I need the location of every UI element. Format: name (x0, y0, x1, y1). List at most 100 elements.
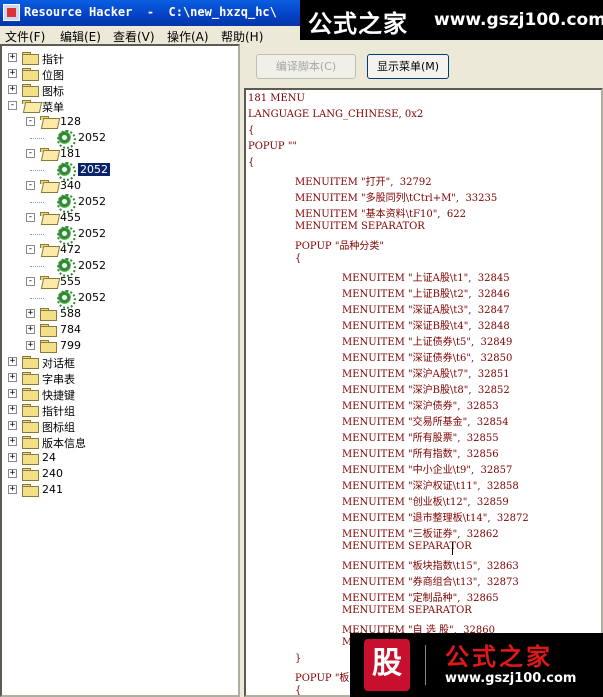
code-line[interactable]: MENUITEM "板块指数\t15", 32863 (342, 557, 519, 573)
tree-node[interactable]: + 快捷键 (2, 386, 238, 402)
show-menu-button[interactable]: 显示菜单(M) (367, 54, 449, 79)
folder-icon (22, 52, 39, 65)
menu-file[interactable]: 文件(F) (5, 28, 45, 45)
tree-node[interactable]: + 指针 (2, 50, 238, 66)
tree-node[interactable]: 2052 (2, 226, 238, 245)
tree-node[interactable]: +241 (2, 482, 238, 498)
code-line[interactable]: LANGUAGE LANG_CHINESE, 0x2 (248, 109, 423, 125)
code-line[interactable]: MENUITEM "所有股票", 32855 (342, 429, 499, 445)
expand-icon[interactable]: + (8, 453, 17, 462)
tree-node[interactable]: - 菜单 (2, 98, 238, 114)
compile-script-button[interactable]: 编译脚本(C) (256, 54, 356, 79)
menu-action[interactable]: 操作(A) (167, 28, 209, 45)
expand-icon[interactable]: + (8, 405, 17, 414)
code-line[interactable]: MENUITEM "深沪债券", 32853 (342, 397, 499, 413)
tree-node[interactable]: 2052 (2, 162, 238, 181)
code-line[interactable]: { (248, 125, 254, 141)
menu-edit[interactable]: 编辑(E) (60, 28, 101, 45)
tree-node[interactable]: +799 (2, 338, 238, 354)
tree-node[interactable]: + 图标组 (2, 418, 238, 434)
code-line[interactable]: MENUITEM "深证B股\t4", 32848 (342, 317, 510, 333)
menu-help[interactable]: 帮助(H) (221, 28, 263, 45)
folder-icon (22, 436, 39, 449)
code-line[interactable]: MENUITEM "上证债券\t5", 32849 (342, 333, 512, 349)
tree-node[interactable]: - 128 (2, 114, 238, 130)
expand-icon[interactable]: + (26, 309, 35, 318)
folder-open-icon (40, 116, 56, 128)
tree-node[interactable]: 2052 (2, 194, 238, 213)
code-line[interactable]: MENUITEM "上证A股\t1", 32845 (342, 269, 510, 285)
code-line[interactable]: MENUITEM "深证A股\t3", 32847 (342, 301, 510, 317)
tree-node[interactable]: 2052 (2, 258, 238, 277)
tree-node[interactable]: - 555 (2, 274, 238, 290)
code-line[interactable]: MENUITEM "定制品种", 32865 (342, 589, 499, 605)
expand-icon[interactable]: + (26, 341, 35, 350)
script-editor[interactable]: 181 MENU LANGUAGE LANG_CHINESE, 0x2{POPUP… (244, 88, 603, 697)
tree-node[interactable]: - 181 (2, 146, 238, 162)
tree-node[interactable]: + 指针组 (2, 402, 238, 418)
code-line[interactable]: MENUITEM "三板证券", 32862 (342, 525, 499, 541)
collapse-icon[interactable]: - (8, 101, 17, 110)
expand-icon[interactable]: + (26, 325, 35, 334)
code-line[interactable]: MENUITEM "深证债券\t6", 32850 (342, 349, 512, 365)
menu-view[interactable]: 查看(V) (113, 28, 155, 45)
code-line[interactable]: { (295, 253, 301, 269)
code-line[interactable]: MENUITEM "创业板\t12", 32859 (342, 493, 509, 509)
collapse-icon[interactable]: - (26, 117, 35, 126)
tree-node[interactable]: + 字串表 (2, 370, 238, 386)
tree-node[interactable]: 2052 (2, 290, 238, 309)
code-line[interactable]: MENUITEM SEPARATOR (342, 605, 472, 621)
tree-node[interactable]: - 340 (2, 178, 238, 194)
tree-node[interactable]: - 472 (2, 242, 238, 258)
collapse-icon[interactable]: - (26, 181, 35, 190)
tree-node[interactable]: - 455 (2, 210, 238, 226)
code-line[interactable]: MENUITEM "所有指数", 32856 (342, 445, 499, 461)
code-line[interactable]: MENUITEM SEPARATOR (295, 221, 425, 237)
code-line[interactable]: MENUITEM "基本资料\tF10", 622 (295, 205, 466, 221)
tree-node[interactable]: +240 (2, 466, 238, 482)
tree-connector (30, 298, 44, 299)
tree-node[interactable]: + 图标 (2, 82, 238, 98)
code-line[interactable]: MENUITEM "交易所基金", 32854 (342, 413, 509, 429)
expand-icon[interactable]: + (8, 389, 17, 398)
tree-node[interactable]: + 对话框 (2, 354, 238, 370)
collapse-icon[interactable]: - (26, 213, 35, 222)
code-line[interactable]: MENUITEM "深沪B股\t8", 32852 (342, 381, 510, 397)
code-line[interactable]: POPUP "" (248, 141, 297, 157)
code-line[interactable]: MENUITEM "券商组合\t13", 32873 (342, 573, 519, 589)
expand-icon[interactable]: + (8, 53, 17, 62)
code-line[interactable]: } (295, 653, 301, 669)
tree-node-label: 588 (60, 307, 81, 320)
collapse-icon[interactable]: - (26, 277, 35, 286)
code-line[interactable]: 181 MENU (248, 93, 305, 109)
tree-node[interactable]: +24 (2, 450, 238, 466)
resource-tree[interactable]: + 指针 + 位图 + 图标 - 菜单 -128 2052-181 2052-340 2052-455… (0, 44, 240, 697)
tree-node[interactable]: +588 (2, 306, 238, 322)
expand-icon[interactable]: + (8, 373, 17, 382)
code-line[interactable]: MENUITEM "深沪权证\t11", 32858 (342, 477, 519, 493)
expand-icon[interactable]: + (8, 469, 17, 478)
tree-node[interactable]: 2052 (2, 130, 238, 149)
code-line[interactable]: MENUITEM "多股同列\tCtrl+M", 33235 (295, 189, 497, 205)
app-icon[interactable] (3, 4, 20, 21)
folder-open-icon (40, 148, 56, 160)
code-line[interactable]: MENUITEM "退市整理板\t14", 32872 (342, 509, 529, 525)
code-line[interactable]: MENUITEM "上证B股\t2", 32846 (342, 285, 510, 301)
tree-node[interactable]: + 版本信息 (2, 434, 238, 450)
tree-node[interactable]: + 位图 (2, 66, 238, 82)
collapse-icon[interactable]: - (26, 149, 35, 158)
expand-icon[interactable]: + (8, 437, 17, 446)
expand-icon[interactable]: + (8, 485, 17, 494)
expand-icon[interactable]: + (8, 69, 17, 78)
code-line[interactable]: MENUITEM "打开", 32792 (295, 173, 432, 189)
collapse-icon[interactable]: - (26, 245, 35, 254)
code-line[interactable]: POPUP "品种分类" (295, 237, 384, 253)
expand-icon[interactable]: + (8, 357, 17, 366)
code-line[interactable]: MENUITEM "中小企业\t9", 32857 (342, 461, 512, 477)
code-line[interactable]: { (248, 157, 254, 173)
tree-node[interactable]: +784 (2, 322, 238, 338)
expand-icon[interactable]: + (8, 421, 17, 430)
code-line[interactable]: { (295, 685, 301, 695)
expand-icon[interactable]: + (8, 85, 17, 94)
code-line[interactable]: MENUITEM "深沪A股\t7", 32851 (342, 365, 510, 381)
